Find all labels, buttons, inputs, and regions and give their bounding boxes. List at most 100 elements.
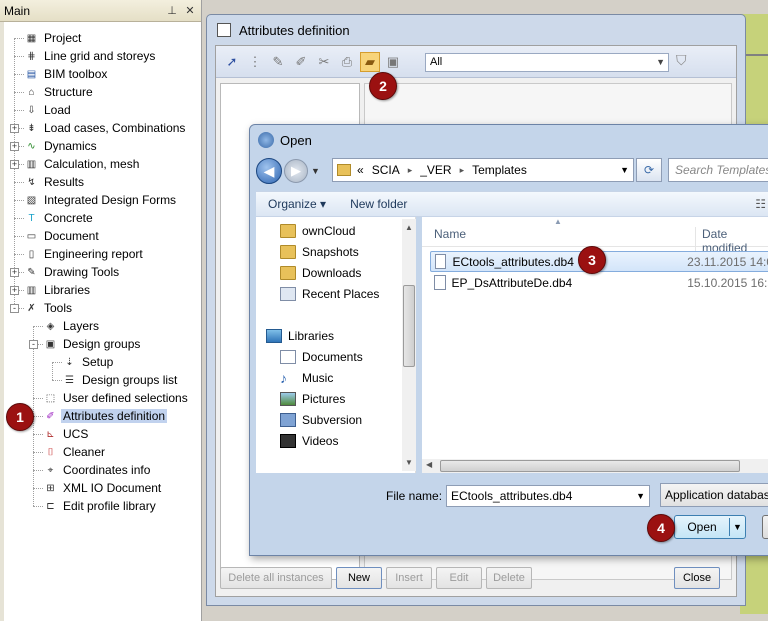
nav-item-snapshots[interactable]: Snapshots bbox=[280, 242, 359, 262]
chevron-down-icon[interactable]: ▼ bbox=[620, 165, 629, 175]
tree-item-engineering-report[interactable]: ▯ Engineering report bbox=[24, 245, 145, 263]
filter-select[interactable]: All ▼ bbox=[425, 53, 669, 72]
collapse-icon[interactable]: - bbox=[10, 304, 19, 313]
back-arrow-icon[interactable]: ◀ bbox=[256, 158, 282, 184]
tree-item-structure[interactable]: ⌂ Structure bbox=[24, 83, 95, 101]
tree-item-results[interactable]: ↯ Results bbox=[24, 173, 86, 191]
nav-item-recent-places[interactable]: Recent Places bbox=[280, 284, 379, 304]
organize-button[interactable]: Organize ▾ bbox=[256, 197, 338, 211]
nav-item-subversion[interactable]: Subversion bbox=[280, 410, 362, 430]
breadcrumb-templates[interactable]: Templates bbox=[472, 163, 527, 177]
close-icon[interactable]: ✕ bbox=[183, 4, 197, 17]
nav-item-libraries[interactable]: Libraries bbox=[266, 326, 334, 346]
delete-item-icon[interactable]: ✂ bbox=[314, 52, 334, 72]
tree-view-icon[interactable]: ⋮ bbox=[245, 52, 265, 72]
file-type-select[interactable]: Application databas bbox=[660, 483, 768, 507]
tree-item-ucs[interactable]: ⊾ UCS bbox=[43, 425, 90, 443]
expand-icon[interactable]: + bbox=[10, 160, 19, 169]
new-folder-button[interactable]: New folder bbox=[338, 197, 419, 211]
expand-icon[interactable]: + bbox=[10, 124, 19, 133]
nav-item-videos[interactable]: Videos bbox=[280, 431, 338, 451]
import-icon[interactable]: ➚ bbox=[222, 52, 242, 72]
folder-icon bbox=[280, 245, 296, 259]
tree-item-load[interactable]: ⇩ Load bbox=[24, 101, 73, 119]
tree-item-coordinates-info[interactable]: ⌖ Coordinates info bbox=[43, 461, 152, 479]
scroll-left-icon[interactable]: ◀ bbox=[426, 460, 432, 469]
tree-item-bim-toolbox[interactable]: ▤ BIM toolbox bbox=[24, 65, 109, 83]
breadcrumb-separator-icon[interactable]: ▸ bbox=[408, 165, 413, 176]
breadcrumb-overflow[interactable]: « bbox=[357, 163, 364, 177]
address-bar[interactable]: « SCIA ▸ _VER ▸ Templates ▼ bbox=[332, 158, 634, 182]
insert-button[interactable]: Insert bbox=[386, 567, 432, 589]
attributes-window-titlebar[interactable]: Attributes definition bbox=[207, 15, 745, 45]
scrollbar-thumb[interactable] bbox=[403, 285, 415, 367]
delete-button[interactable]: Delete bbox=[486, 567, 532, 589]
file-name-value: ECtools_attributes.db4 bbox=[451, 489, 573, 503]
tree-item-line-grid-and-storeys[interactable]: ⋕ Line grid and storeys bbox=[24, 47, 157, 65]
history-dropdown-icon[interactable]: ▼ bbox=[311, 166, 320, 176]
navigation-scrollbar[interactable]: ▲ ▼ bbox=[402, 219, 416, 471]
edit-item-icon[interactable]: ✐ bbox=[291, 52, 311, 72]
tree-item-design-groups[interactable]: ▣ Design groups bbox=[43, 335, 142, 353]
open-folder-icon[interactable]: ▰ bbox=[360, 51, 380, 72]
breadcrumb-separator-icon[interactable]: ▸ bbox=[460, 165, 465, 176]
scrollbar-thumb[interactable] bbox=[440, 460, 740, 472]
edit-button[interactable]: Edit bbox=[436, 567, 482, 589]
tree-item-attributes-definition[interactable]: ✐ Attributes definition bbox=[43, 407, 168, 425]
tree-item-calculation-mesh[interactable]: ▥ Calculation, mesh bbox=[24, 155, 141, 173]
refresh-icon[interactable]: ⟳ bbox=[636, 158, 662, 182]
tree-item-tools[interactable]: ✗ Tools bbox=[24, 299, 74, 317]
tree-item-xml-io-document[interactable]: ⊞ XML IO Document bbox=[43, 479, 163, 497]
cancel-button[interactable] bbox=[762, 515, 768, 539]
pin-icon[interactable]: ⊥ bbox=[165, 4, 179, 17]
tree-item-setup[interactable]: ⇣ Setup bbox=[62, 353, 115, 371]
tree-item-concrete[interactable]: T Concrete bbox=[24, 209, 95, 227]
view-options-icon[interactable]: ☷ bbox=[755, 197, 766, 211]
breadcrumb-ver[interactable]: _VER bbox=[420, 163, 451, 177]
scroll-up-icon[interactable]: ▲ bbox=[405, 223, 413, 232]
tree-item-design-groups-list[interactable]: ☰ Design groups list bbox=[62, 371, 179, 389]
open-button[interactable]: Open ▼ bbox=[674, 515, 746, 539]
nav-item-music[interactable]: ♪ Music bbox=[280, 368, 333, 388]
tree-item-libraries[interactable]: ▥ Libraries bbox=[24, 281, 92, 299]
libraries-icon: ▥ bbox=[26, 284, 37, 296]
tree-item-cleaner[interactable]: ⌷ Cleaner bbox=[43, 443, 107, 461]
print-icon[interactable]: ⎙ bbox=[337, 52, 357, 72]
tree-item-load-cases-combinations[interactable]: ⇟ Load cases, Combinations bbox=[24, 119, 187, 137]
tree-item-dynamics[interactable]: ∿ Dynamics bbox=[24, 137, 99, 155]
expand-icon[interactable]: + bbox=[10, 142, 19, 151]
delete-all-instances-button[interactable]: Delete all instances bbox=[220, 567, 332, 589]
forward-arrow-icon[interactable]: ▶ bbox=[284, 159, 308, 183]
navigation-bar: ◀ ▶ ▼ « SCIA ▸ _VER ▸ Templates ▼ ⟳ Sear… bbox=[256, 155, 768, 187]
expand-icon[interactable]: + bbox=[10, 268, 19, 277]
horizontal-scrollbar[interactable]: ◀ bbox=[422, 459, 768, 473]
open-button-label[interactable]: Open bbox=[675, 520, 729, 534]
file-row[interactable]: EP_DsAttributeDe.db4 15.10.2015 16:5 bbox=[430, 272, 768, 293]
nav-item-owncloud[interactable]: ownCloud bbox=[280, 221, 355, 241]
collapse-icon[interactable]: - bbox=[29, 340, 38, 349]
nav-item-documents[interactable]: Documents bbox=[280, 347, 363, 367]
search-input[interactable]: Search Templates bbox=[668, 158, 768, 182]
save-icon[interactable]: ▣ bbox=[383, 52, 403, 72]
tree-item-project[interactable]: ▦ Project bbox=[24, 29, 83, 47]
tree-item-user-defined-selections[interactable]: ⬚ User defined selections bbox=[43, 389, 190, 407]
file-name-input[interactable]: ECtools_attributes.db4 ▼ bbox=[446, 485, 650, 507]
tree-item-document[interactable]: ▭ Document bbox=[24, 227, 101, 245]
nav-item-downloads[interactable]: Downloads bbox=[280, 263, 361, 283]
tree-item-integrated-design-forms[interactable]: ▧ Integrated Design Forms bbox=[24, 191, 178, 209]
tree-item-layers[interactable]: ◈ Layers bbox=[43, 317, 101, 335]
close-button[interactable]: Close bbox=[674, 567, 720, 589]
chevron-down-icon[interactable]: ▼ bbox=[636, 486, 645, 506]
filter-funnel-icon[interactable]: ⛉ bbox=[676, 52, 687, 69]
breadcrumb-scia[interactable]: SCIA bbox=[372, 163, 400, 177]
open-dialog-titlebar[interactable]: Open bbox=[250, 125, 768, 155]
tree-item-edit-profile-library[interactable]: ⊏ Edit profile library bbox=[43, 497, 158, 515]
nav-item-pictures[interactable]: Pictures bbox=[280, 389, 345, 409]
chevron-down-icon[interactable]: ▼ bbox=[730, 522, 745, 532]
column-name[interactable]: Name bbox=[434, 227, 466, 241]
edit-icon[interactable]: ✎ bbox=[268, 52, 288, 72]
scroll-down-icon[interactable]: ▼ bbox=[405, 458, 413, 467]
new-button[interactable]: New bbox=[336, 567, 382, 589]
tree-item-drawing-tools[interactable]: ✎ Drawing Tools bbox=[24, 263, 121, 281]
expand-icon[interactable]: + bbox=[10, 286, 19, 295]
